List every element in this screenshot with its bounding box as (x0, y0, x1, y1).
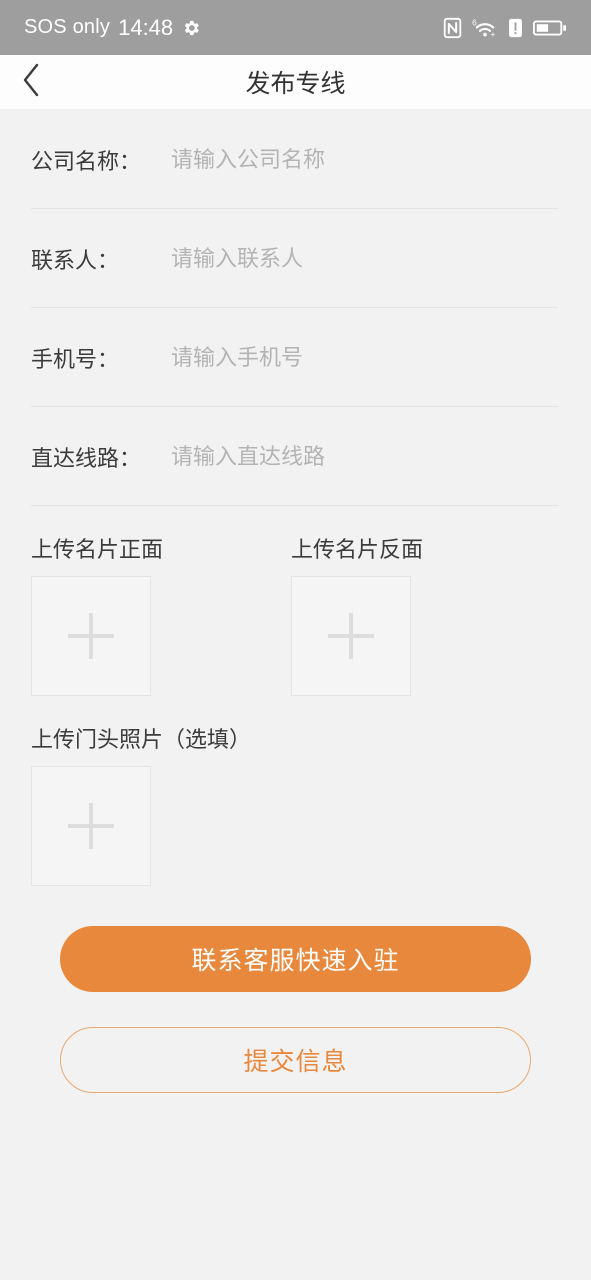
wifi-6-plus-icon: 6 + (472, 17, 498, 39)
submit-info-button[interactable]: 提交信息 (60, 1027, 531, 1093)
chevron-left-icon (21, 63, 41, 102)
upload-section-business-card: 上传名片正面 上传名片反面 (0, 506, 591, 696)
phone-screen: SOS only 14:48 6 + 发布专线 公司名称： 请输入公司名称 联系… (0, 0, 591, 1280)
input-direct-route[interactable] (171, 443, 560, 470)
app-header: 发布专线 (0, 55, 591, 110)
upload-label-card-back: 上传名片反面 (291, 537, 424, 562)
plus-icon (328, 613, 374, 659)
status-bar-right: 6 + (443, 17, 567, 39)
field-company-name[interactable]: 公司名称： (0, 110, 591, 209)
upload-box-storefront[interactable] (31, 766, 151, 886)
publish-route-form: 公司名称： 联系人： 手机号： 直达线路： (0, 110, 591, 506)
upload-section-storefront: 上传门头照片（选填） (0, 696, 591, 886)
svg-text:+: + (491, 30, 496, 39)
upload-group-card-back: 上传名片反面 (291, 532, 551, 696)
status-bar: SOS only 14:48 6 + (0, 0, 591, 55)
field-label-direct-route: 直达线路： (31, 445, 142, 471)
plus-icon (68, 803, 114, 849)
carrier-label: SOS only (24, 16, 111, 38)
upload-box-card-front[interactable] (31, 576, 151, 696)
field-direct-route[interactable]: 直达线路： (0, 407, 591, 506)
input-phone-number[interactable] (171, 344, 560, 371)
contact-support-button[interactable]: 联系客服快速入驻 (60, 926, 531, 992)
upload-row-card: 上传名片正面 上传名片反面 (31, 532, 560, 696)
status-bar-left: SOS only 14:48 (24, 15, 201, 41)
field-contact-person[interactable]: 联系人： (0, 209, 591, 308)
page-title: 发布专线 (245, 70, 346, 98)
field-label-contact-person: 联系人： (31, 247, 120, 273)
battery-icon (533, 18, 567, 38)
back-button[interactable] (0, 55, 62, 110)
upload-group-storefront: 上传门头照片（选填） (31, 722, 560, 886)
input-contact-person[interactable] (171, 245, 560, 272)
gear-icon (181, 18, 201, 38)
upload-box-card-back[interactable] (291, 576, 411, 696)
field-label-company-name: 公司名称： (31, 148, 142, 174)
field-phone-number[interactable]: 手机号： (0, 308, 591, 407)
input-company-name[interactable] (171, 146, 560, 173)
alert-icon (508, 17, 523, 39)
upload-label-card-front: 上传名片正面 (31, 537, 164, 562)
upload-label-storefront: 上传门头照片（选填） (31, 727, 252, 752)
clock-label: 14:48 (118, 14, 174, 40)
field-label-phone-number: 手机号： (31, 346, 120, 372)
upload-group-card-front: 上传名片正面 (31, 532, 291, 696)
action-buttons: 联系客服快速入驻 提交信息 (0, 886, 591, 1093)
nfc-icon (443, 17, 462, 39)
plus-icon (68, 613, 114, 659)
svg-text:6: 6 (472, 18, 477, 27)
